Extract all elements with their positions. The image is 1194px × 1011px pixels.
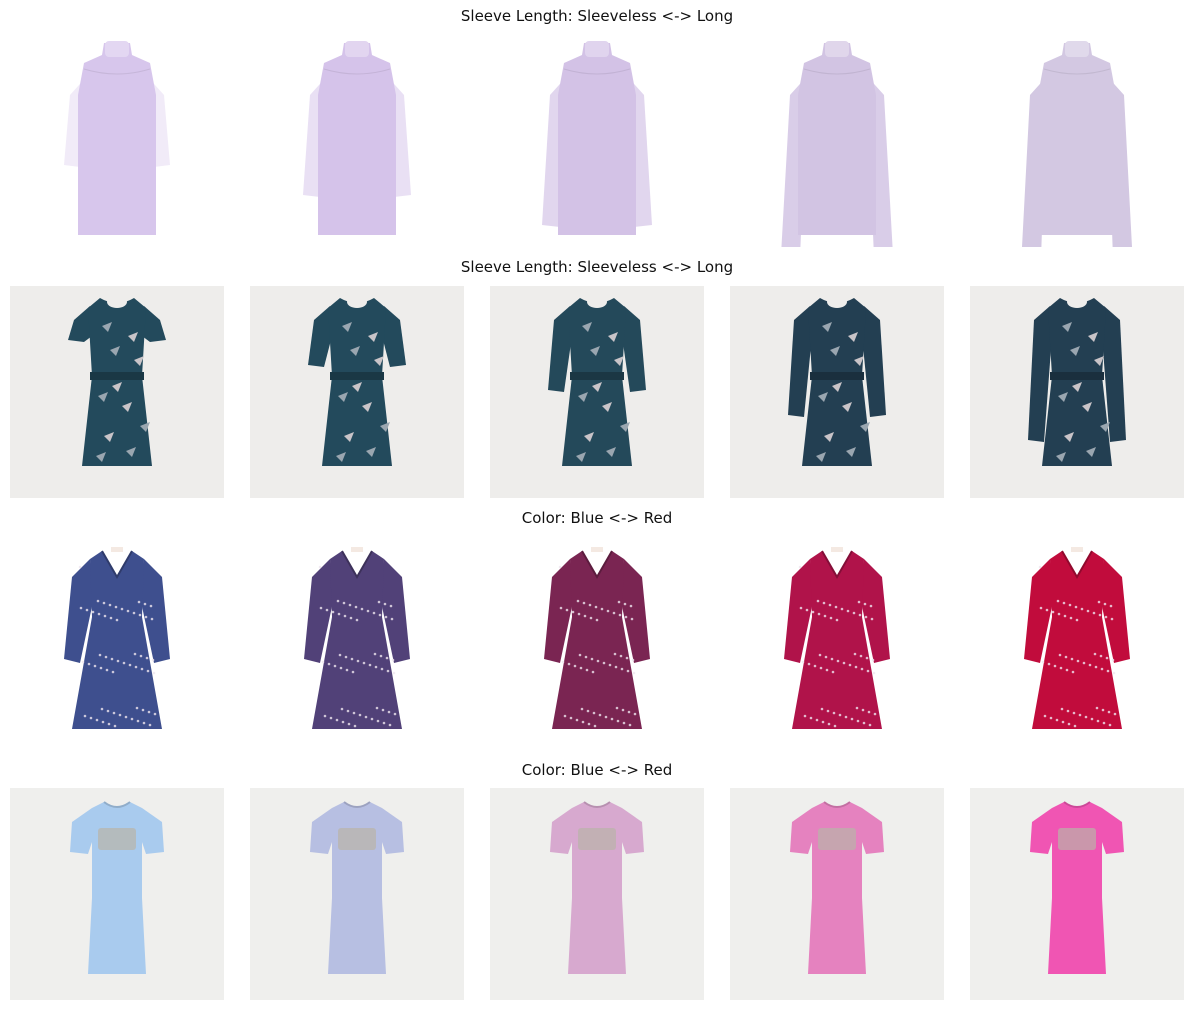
row-title: Color: Blue <-> Red	[521, 509, 673, 527]
garment-image	[730, 537, 944, 749]
garment-illustration	[10, 35, 224, 247]
garment-illustration	[970, 286, 1184, 498]
garment-illustration	[490, 286, 704, 498]
garment-illustration	[490, 788, 704, 1000]
garment-illustration	[250, 286, 464, 498]
garment-image	[490, 537, 704, 749]
garment-image	[250, 35, 464, 247]
garment-illustration	[730, 35, 944, 247]
row-title: Sleeve Length: Sleeveless <-> Long	[460, 258, 734, 276]
garment-image	[730, 286, 944, 498]
garment-image	[490, 788, 704, 1000]
garment-image	[250, 788, 464, 1000]
garment-illustration	[970, 537, 1184, 749]
row-title: Sleeve Length: Sleeveless <-> Long	[460, 7, 734, 25]
garment-illustration	[730, 788, 944, 1000]
garment-image	[10, 788, 224, 1000]
garment-image	[970, 35, 1184, 247]
garment-image	[10, 286, 224, 498]
garment-illustration	[10, 537, 224, 749]
garment-image	[730, 35, 944, 247]
garment-illustration	[730, 537, 944, 749]
garment-illustration	[10, 788, 224, 1000]
garment-illustration	[490, 35, 704, 247]
garment-image	[250, 537, 464, 749]
garment-illustration	[250, 35, 464, 247]
garment-image	[10, 35, 224, 247]
garment-illustration	[970, 35, 1184, 247]
garment-illustration	[250, 788, 464, 1000]
garment-image	[970, 286, 1184, 498]
garment-image	[730, 788, 944, 1000]
garment-illustration	[10, 286, 224, 498]
garment-image	[10, 537, 224, 749]
garment-image	[490, 35, 704, 247]
garment-illustration	[730, 286, 944, 498]
garment-image	[250, 286, 464, 498]
garment-illustration	[490, 537, 704, 749]
row-title: Color: Blue <-> Red	[521, 761, 673, 779]
garment-image	[490, 286, 704, 498]
garment-image	[970, 788, 1184, 1000]
garment-illustration	[250, 537, 464, 749]
garment-image	[970, 537, 1184, 749]
garment-illustration	[970, 788, 1184, 1000]
